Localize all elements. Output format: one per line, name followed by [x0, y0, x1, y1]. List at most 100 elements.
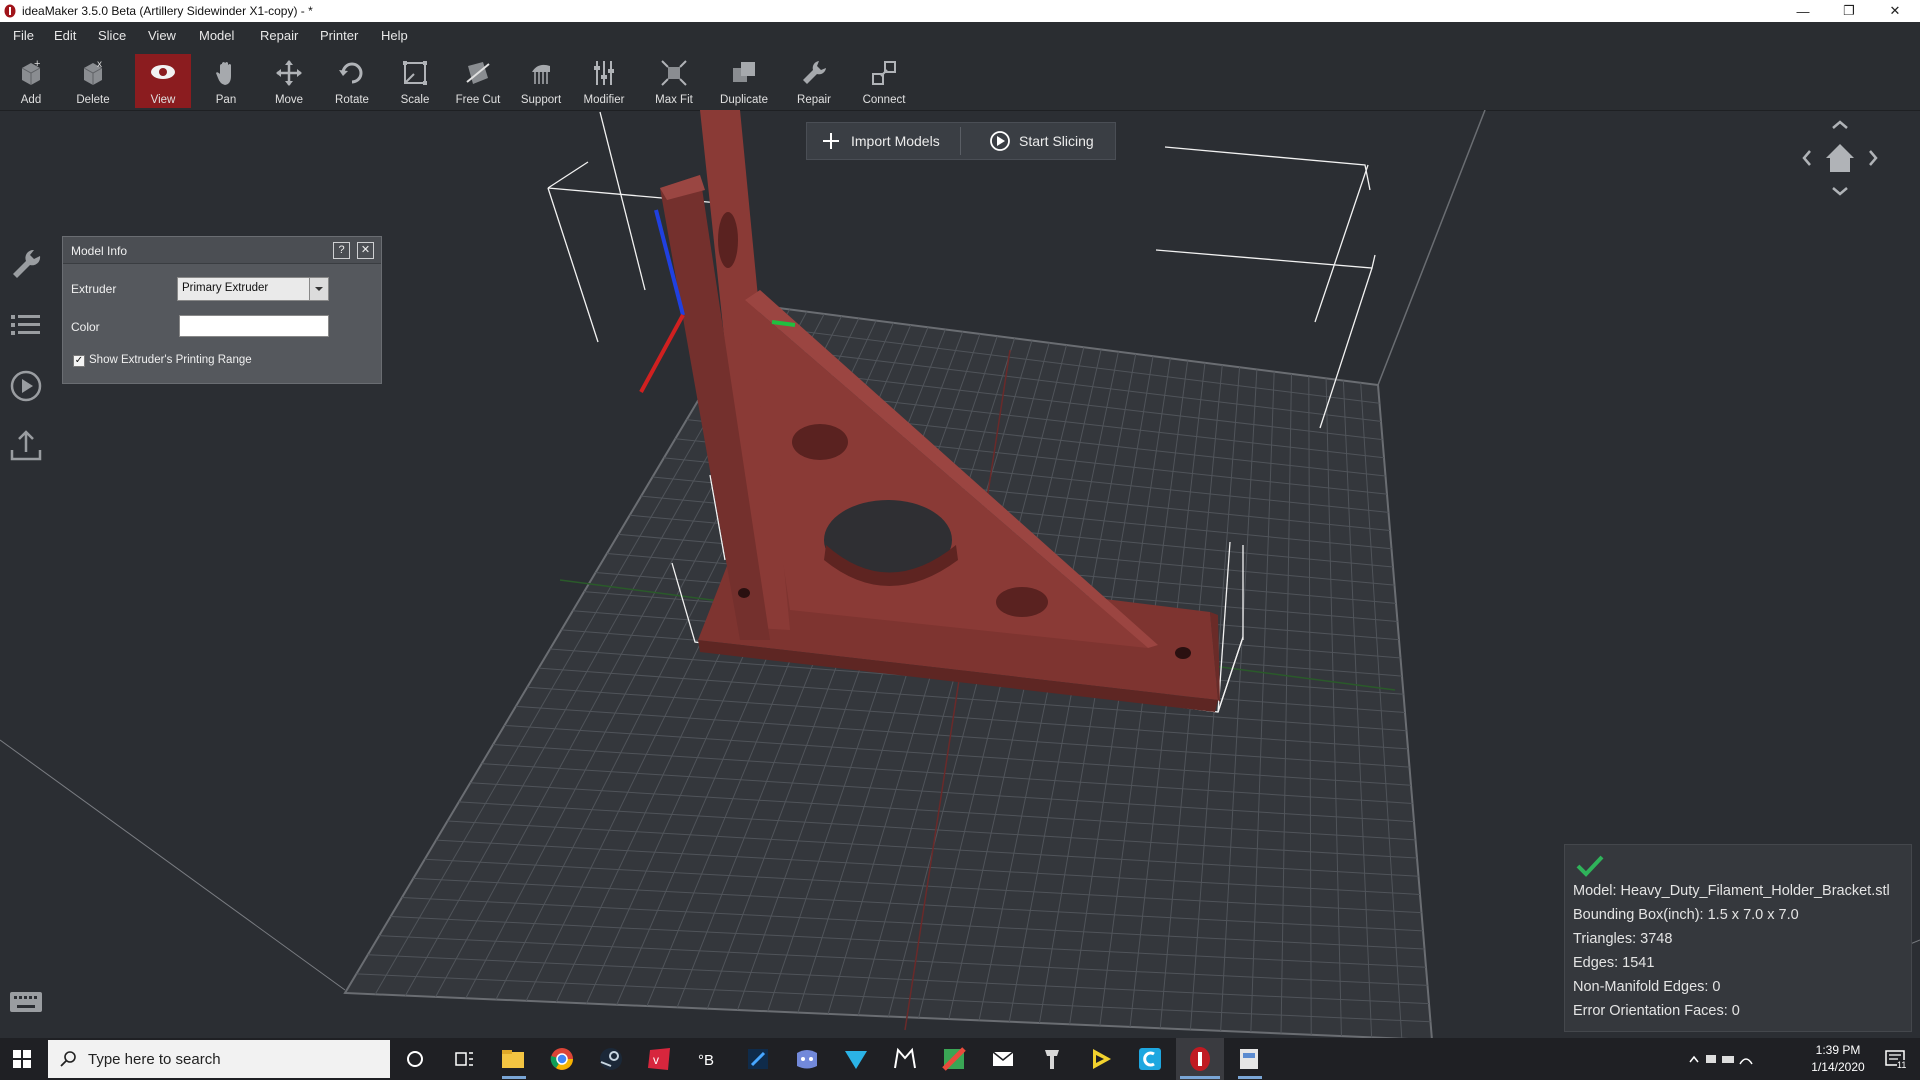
- eye-icon: [151, 65, 175, 79]
- bandcamp-b-icon[interactable]: °B: [694, 1044, 724, 1074]
- non-manifold-edges: Non-Manifold Edges: 0: [1573, 979, 1721, 995]
- steam-icon[interactable]: [596, 1044, 626, 1074]
- pan-label: Pan: [215, 94, 237, 106]
- keyboard-icon[interactable]: [8, 984, 44, 1020]
- rotate-label: Rotate: [335, 94, 369, 106]
- toolbar: + Add x Delete View Pan Move Rotate Scal…: [0, 50, 1920, 111]
- cortana-icon[interactable]: [400, 1044, 430, 1074]
- nav-down-icon[interactable]: [1832, 187, 1848, 196]
- model-info-panel: Model Info ? ✕ Extruder Primary Extruder…: [62, 236, 382, 384]
- windows-taskbar: Type here to search v °B 1:39 PM 1/14/20…: [0, 1038, 1920, 1080]
- delete-cube-icon: x: [83, 59, 103, 85]
- list-icon[interactable]: [8, 308, 44, 344]
- minimize-icon: —: [1796, 3, 1810, 19]
- graphics-app-icon[interactable]: [939, 1044, 969, 1074]
- x-axis-gizmo: [639, 314, 685, 393]
- import-models-button[interactable]: Import Models: [821, 123, 971, 159]
- taskbar-search-box[interactable]: Type here to search: [48, 1040, 390, 1078]
- modifier-label: Modifier: [583, 94, 625, 106]
- svg-text:°B: °B: [698, 1052, 714, 1069]
- menu-model[interactable]: Model: [199, 28, 234, 43]
- active-indicator: [502, 1076, 526, 1079]
- max-fit-button[interactable]: Max Fit: [646, 54, 702, 108]
- support-button[interactable]: Support: [513, 54, 569, 108]
- active-indicator: [1238, 1076, 1262, 1079]
- menu-view[interactable]: View: [148, 28, 176, 43]
- pan-button[interactable]: Pan: [198, 54, 254, 108]
- repair-button[interactable]: Repair: [786, 54, 842, 108]
- scale-button[interactable]: Scale: [387, 54, 443, 108]
- menu-repair[interactable]: Repair: [260, 28, 298, 43]
- extruder-select[interactable]: Primary Extruder: [177, 277, 329, 301]
- nav-up-icon[interactable]: [1832, 120, 1848, 129]
- help-button[interactable]: ?: [333, 242, 350, 259]
- battlenet-icon[interactable]: [743, 1044, 773, 1074]
- free-cut-button[interactable]: Free Cut: [450, 54, 506, 108]
- rotate-button[interactable]: Rotate: [324, 54, 380, 108]
- taskbar-clock[interactable]: 1:39 PM 1/14/2020: [1798, 1042, 1878, 1076]
- show-range-checkbox[interactable]: ✓: [73, 355, 85, 367]
- tanks-game-icon[interactable]: [1037, 1044, 1067, 1074]
- add-button[interactable]: + Add: [3, 54, 59, 108]
- edge-count: Edges: 1541: [1573, 955, 1655, 971]
- rotate-icon: [339, 62, 363, 84]
- build-volume-edge: [1377, 110, 1486, 386]
- notification-count: 11: [1897, 1060, 1907, 1070]
- ideamaker-taskbar-icon[interactable]: [1185, 1044, 1215, 1074]
- move-button[interactable]: Move: [261, 54, 317, 108]
- search-icon: [60, 1051, 76, 1067]
- modifier-button[interactable]: Modifier: [576, 54, 632, 108]
- pdf-reader-icon[interactable]: v: [645, 1044, 675, 1074]
- connect-button[interactable]: Connect: [856, 54, 912, 108]
- menu-printer[interactable]: Printer: [320, 28, 358, 43]
- panel-close-button[interactable]: ✕: [357, 242, 374, 259]
- feedly-icon[interactable]: [841, 1044, 871, 1074]
- close-button[interactable]: ✕: [1872, 0, 1918, 22]
- restore-button[interactable]: ❐: [1826, 0, 1872, 22]
- color-label: Color: [71, 320, 100, 334]
- view-button[interactable]: View: [135, 54, 191, 108]
- start-slicing-button[interactable]: Start Slicing: [989, 123, 1113, 159]
- extruder-label: Extruder: [71, 282, 117, 296]
- menu-help[interactable]: Help: [381, 28, 408, 43]
- connect-label: Connect: [862, 94, 906, 106]
- search-placeholder: Type here to search: [88, 1051, 221, 1068]
- color-swatch[interactable]: [179, 315, 329, 337]
- media-player-icon[interactable]: [1086, 1044, 1116, 1074]
- system-tray-icons[interactable]: [1680, 1044, 1760, 1074]
- scene-guide-line-left: [0, 739, 346, 991]
- discord-icon[interactable]: [792, 1044, 822, 1074]
- clock-date: 1/14/2020: [1811, 1060, 1865, 1074]
- wrench-icon: [803, 61, 826, 84]
- windows-start-icon[interactable]: [13, 1050, 31, 1068]
- model-info-title: Model Info: [71, 244, 128, 258]
- svg-text:x: x: [97, 59, 102, 70]
- cut-icon: [466, 62, 490, 84]
- bounding-box: Bounding Box(inch): 1.5 x 7.0 x 7.0: [1573, 907, 1799, 923]
- duplicate-icon: [733, 62, 755, 82]
- menu-edit[interactable]: Edit: [54, 28, 76, 43]
- triangle-count: Triangles: 3748: [1573, 931, 1673, 947]
- wrench-icon[interactable]: [8, 246, 44, 282]
- upload-icon[interactable]: [8, 428, 44, 464]
- clock-time: 1:39 PM: [1815, 1043, 1861, 1057]
- play-icon[interactable]: [8, 368, 44, 404]
- task-view-icon[interactable]: [449, 1044, 479, 1074]
- duplicate-button[interactable]: Duplicate: [716, 54, 772, 108]
- cura-c-icon[interactable]: [1135, 1044, 1165, 1074]
- chrome-icon[interactable]: [547, 1044, 577, 1074]
- max-fit-label: Max Fit: [655, 94, 693, 106]
- game-app-icon[interactable]: [890, 1044, 920, 1074]
- document-app-icon[interactable]: [1234, 1044, 1264, 1074]
- mail-icon[interactable]: [988, 1044, 1018, 1074]
- minimize-button[interactable]: —: [1780, 0, 1826, 22]
- nav-left-icon[interactable]: [1802, 150, 1811, 166]
- support-icon: [532, 64, 550, 84]
- menu-file[interactable]: File: [13, 28, 34, 43]
- delete-button[interactable]: x Delete: [65, 54, 121, 108]
- nav-right-icon[interactable]: [1869, 150, 1878, 166]
- home-icon[interactable]: [1826, 144, 1854, 172]
- file-explorer-icon[interactable]: [498, 1044, 528, 1074]
- menu-slice[interactable]: Slice: [98, 28, 126, 43]
- action-bar: Import Models Start Slicing: [806, 122, 1116, 160]
